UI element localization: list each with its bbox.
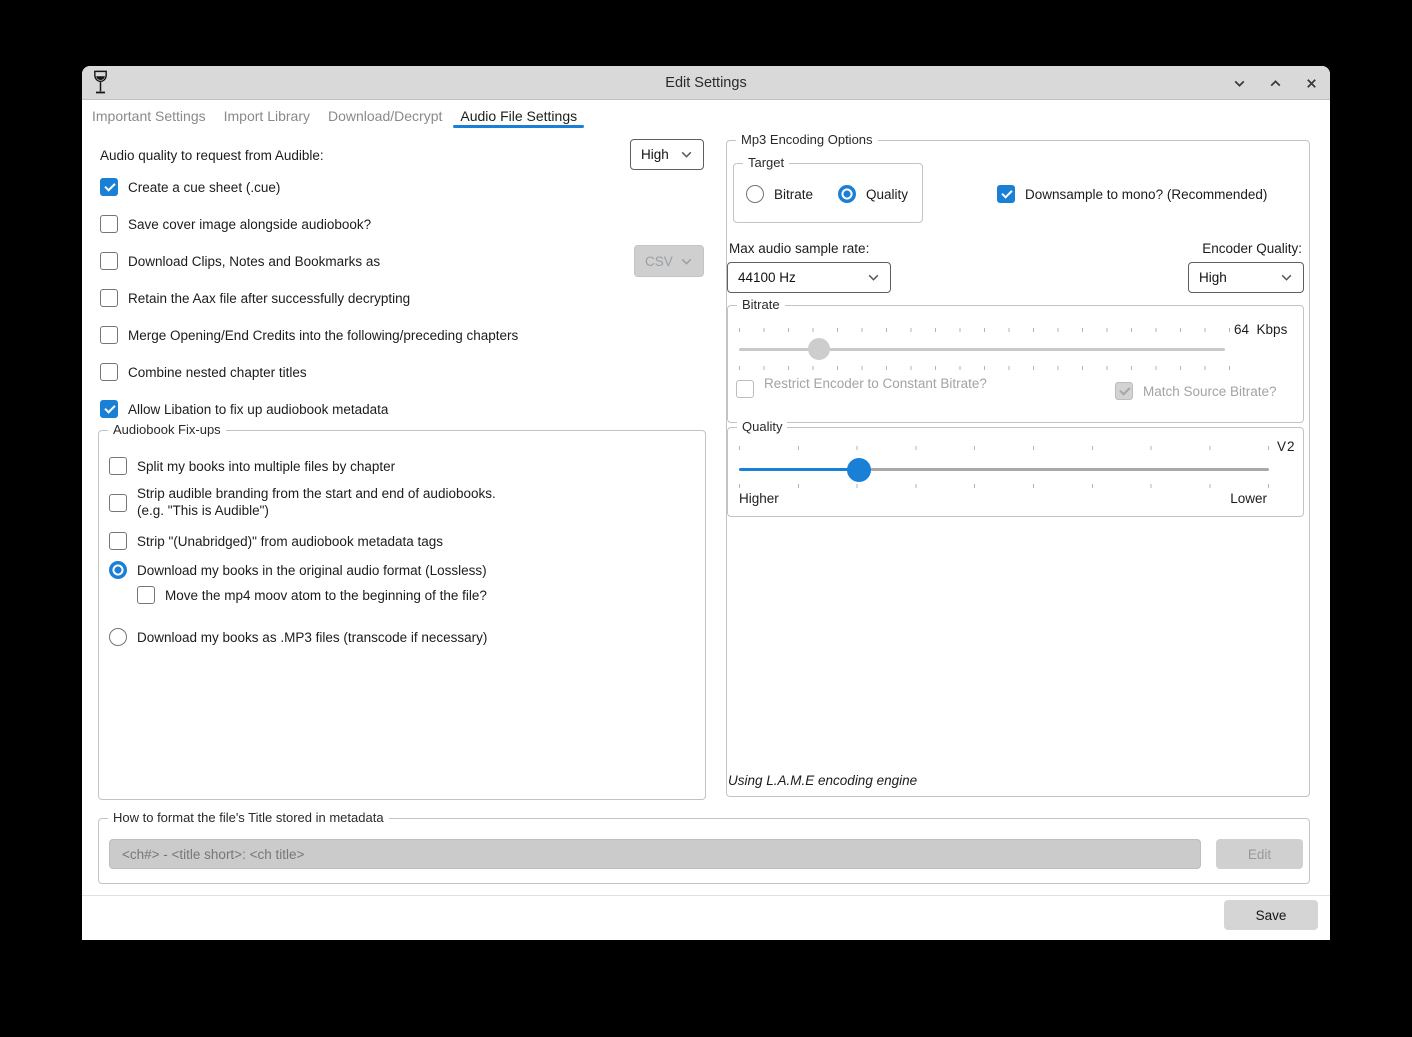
- title-format-group: How to format the file's Title stored in…: [98, 818, 1310, 884]
- chevron-down-icon: [680, 255, 693, 268]
- window-title: Edit Settings: [82, 75, 1330, 91]
- moov-atom-checkbox[interactable]: [137, 586, 155, 604]
- chevron-down-icon: [680, 148, 693, 161]
- sample-rate-select[interactable]: 44100 Hz: [727, 262, 891, 293]
- target-group: Target Bitrate Quality: [733, 163, 923, 223]
- strip-unabridged-label: Strip "(Unabridged)" from audiobook meta…: [137, 534, 443, 549]
- engine-note: Using L.A.M.E encoding engine: [728, 773, 917, 788]
- cover-image-checkbox[interactable]: [100, 215, 118, 233]
- target-quality-radio[interactable]: [838, 185, 856, 203]
- bitrate-value: 64 Kbps: [1234, 322, 1287, 337]
- combine-chapters-checkbox[interactable]: [100, 363, 118, 381]
- mp3-encoding-options-title: Mp3 Encoding Options: [736, 132, 878, 147]
- quality-group: Quality V2 Higher Lower: [727, 427, 1304, 517]
- encoder-quality-label: Encoder Quality:: [1202, 241, 1302, 256]
- mp3-label: Download my books as .MP3 files (transco…: [137, 630, 487, 645]
- fixup-metadata-checkbox[interactable]: [100, 400, 118, 418]
- close-icon[interactable]: [1300, 72, 1322, 94]
- audiobook-fixups-title: Audiobook Fix-ups: [108, 422, 226, 437]
- lossless-radio[interactable]: [109, 561, 127, 579]
- tab-important-settings[interactable]: Important Settings: [83, 101, 215, 130]
- downsample-mono-label: Downsample to mono? (Recommended): [1025, 187, 1267, 202]
- bitrate-group: Bitrate 64 Kbps Restrict Encoder to Cons…: [727, 305, 1304, 423]
- mp3-encoding-options-group: Mp3 Encoding Options Target Bitrate Qual…: [726, 140, 1310, 797]
- lossless-label: Download my books in the original audio …: [137, 563, 487, 578]
- titlebar: Edit Settings: [82, 66, 1330, 100]
- tab-audio-file-settings[interactable]: Audio File Settings: [451, 101, 586, 130]
- quality-value: V2: [1277, 439, 1296, 454]
- quality-higher-label: Higher: [739, 491, 779, 506]
- strip-branding-checkbox[interactable]: [109, 494, 127, 512]
- retain-aax-checkbox[interactable]: [100, 289, 118, 307]
- tab-download-decrypt[interactable]: Download/Decrypt: [319, 101, 451, 130]
- save-button[interactable]: Save: [1224, 900, 1318, 930]
- encoder-quality-select[interactable]: High: [1188, 262, 1304, 293]
- match-source-bitrate-label: Match Source Bitrate?: [1143, 384, 1277, 399]
- title-format-input: [109, 839, 1201, 869]
- minimize-icon[interactable]: [1228, 72, 1250, 94]
- cue-sheet-checkbox[interactable]: [100, 178, 118, 196]
- restrict-cbr-label: Restrict Encoder to Constant Bitrate?: [764, 376, 987, 393]
- mp3-radio[interactable]: [109, 628, 127, 646]
- strip-branding-label: Strip audible branding from the start an…: [137, 486, 496, 519]
- quality-slider-handle[interactable]: [847, 458, 871, 482]
- audio-quality-label: Audio quality to request from Audible:: [100, 148, 324, 163]
- quality-slider[interactable]: [739, 468, 1269, 471]
- restrict-cbr-checkbox: [736, 380, 754, 398]
- clips-notes-checkbox[interactable]: [100, 252, 118, 270]
- strip-unabridged-checkbox[interactable]: [109, 532, 127, 550]
- target-bitrate-label: Bitrate: [774, 187, 813, 202]
- moov-atom-label: Move the mp4 moov atom to the beginning …: [165, 588, 487, 603]
- split-books-label: Split my books into multiple files by ch…: [137, 459, 395, 474]
- clips-format-select: CSV: [634, 245, 704, 277]
- edit-button: Edit: [1216, 839, 1303, 869]
- target-quality-label: Quality: [866, 187, 908, 202]
- bitrate-title: Bitrate: [737, 297, 785, 312]
- bitrate-slider: [739, 348, 1225, 351]
- split-books-checkbox[interactable]: [109, 457, 127, 475]
- cue-sheet-label: Create a cue sheet (.cue): [128, 180, 280, 195]
- target-bitrate-radio[interactable]: [746, 185, 764, 203]
- sample-rate-label: Max audio sample rate:: [729, 241, 869, 256]
- merge-credits-label: Merge Opening/End Credits into the follo…: [128, 328, 518, 343]
- chevron-down-icon: [1280, 271, 1293, 284]
- retain-aax-label: Retain the Aax file after successfully d…: [128, 291, 410, 306]
- footer-divider: [82, 895, 1330, 896]
- target-title: Target: [743, 155, 789, 170]
- tab-import-library[interactable]: Import Library: [215, 101, 319, 130]
- edit-settings-window: Edit Settings Important Settings Import …: [82, 66, 1330, 940]
- quality-title: Quality: [737, 419, 787, 434]
- clips-notes-label: Download Clips, Notes and Bookmarks as: [128, 254, 380, 269]
- maximize-icon[interactable]: [1264, 72, 1286, 94]
- bitrate-ticks-bottom: [739, 366, 1231, 370]
- merge-credits-checkbox[interactable]: [100, 326, 118, 344]
- downsample-mono-checkbox[interactable]: [997, 185, 1015, 203]
- cover-image-label: Save cover image alongside audiobook?: [128, 217, 371, 232]
- quality-ticks-bottom: [739, 484, 1275, 488]
- tab-bar: Important Settings Import Library Downlo…: [82, 101, 1330, 130]
- chevron-down-icon: [867, 271, 880, 284]
- audio-file-settings-panel: Audio quality to request from Audible: H…: [82, 130, 1330, 940]
- audio-quality-select[interactable]: High: [630, 139, 704, 170]
- match-source-bitrate-checkbox: [1115, 382, 1133, 400]
- quality-ticks-top: [739, 446, 1275, 450]
- audiobook-fixups-group: Audiobook Fix-ups Split my books into mu…: [98, 430, 706, 800]
- bitrate-slider-handle: [808, 338, 830, 360]
- fixup-metadata-label: Allow Libation to fix up audiobook metad…: [128, 402, 388, 417]
- bitrate-ticks-top: [739, 328, 1231, 332]
- quality-lower-label: Lower: [1230, 491, 1267, 506]
- title-format-title: How to format the file's Title stored in…: [108, 810, 389, 825]
- combine-chapters-label: Combine nested chapter titles: [128, 365, 307, 380]
